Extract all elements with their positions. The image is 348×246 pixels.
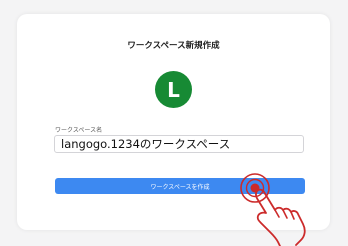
screen: ワークスペース新規作成 L ワークスペース名 langogo.1234のワークス… <box>0 0 348 246</box>
dialog-title: ワークスペース新規作成 <box>127 41 220 51</box>
create-workspace-dialog: ワークスペース新規作成 L ワークスペース名 langogo.1234のワークス… <box>17 14 330 230</box>
create-workspace-button-label: ワークスペースを作成 <box>150 183 210 191</box>
workspace-name-label: ワークスペース名 <box>55 127 103 134</box>
workspace-avatar: L <box>155 71 192 108</box>
avatar-letter: L <box>167 77 180 102</box>
create-workspace-button[interactable]: ワークスペースを作成 <box>55 178 305 194</box>
workspace-name-input[interactable]: langogo.1234のワークスペース <box>54 135 304 153</box>
